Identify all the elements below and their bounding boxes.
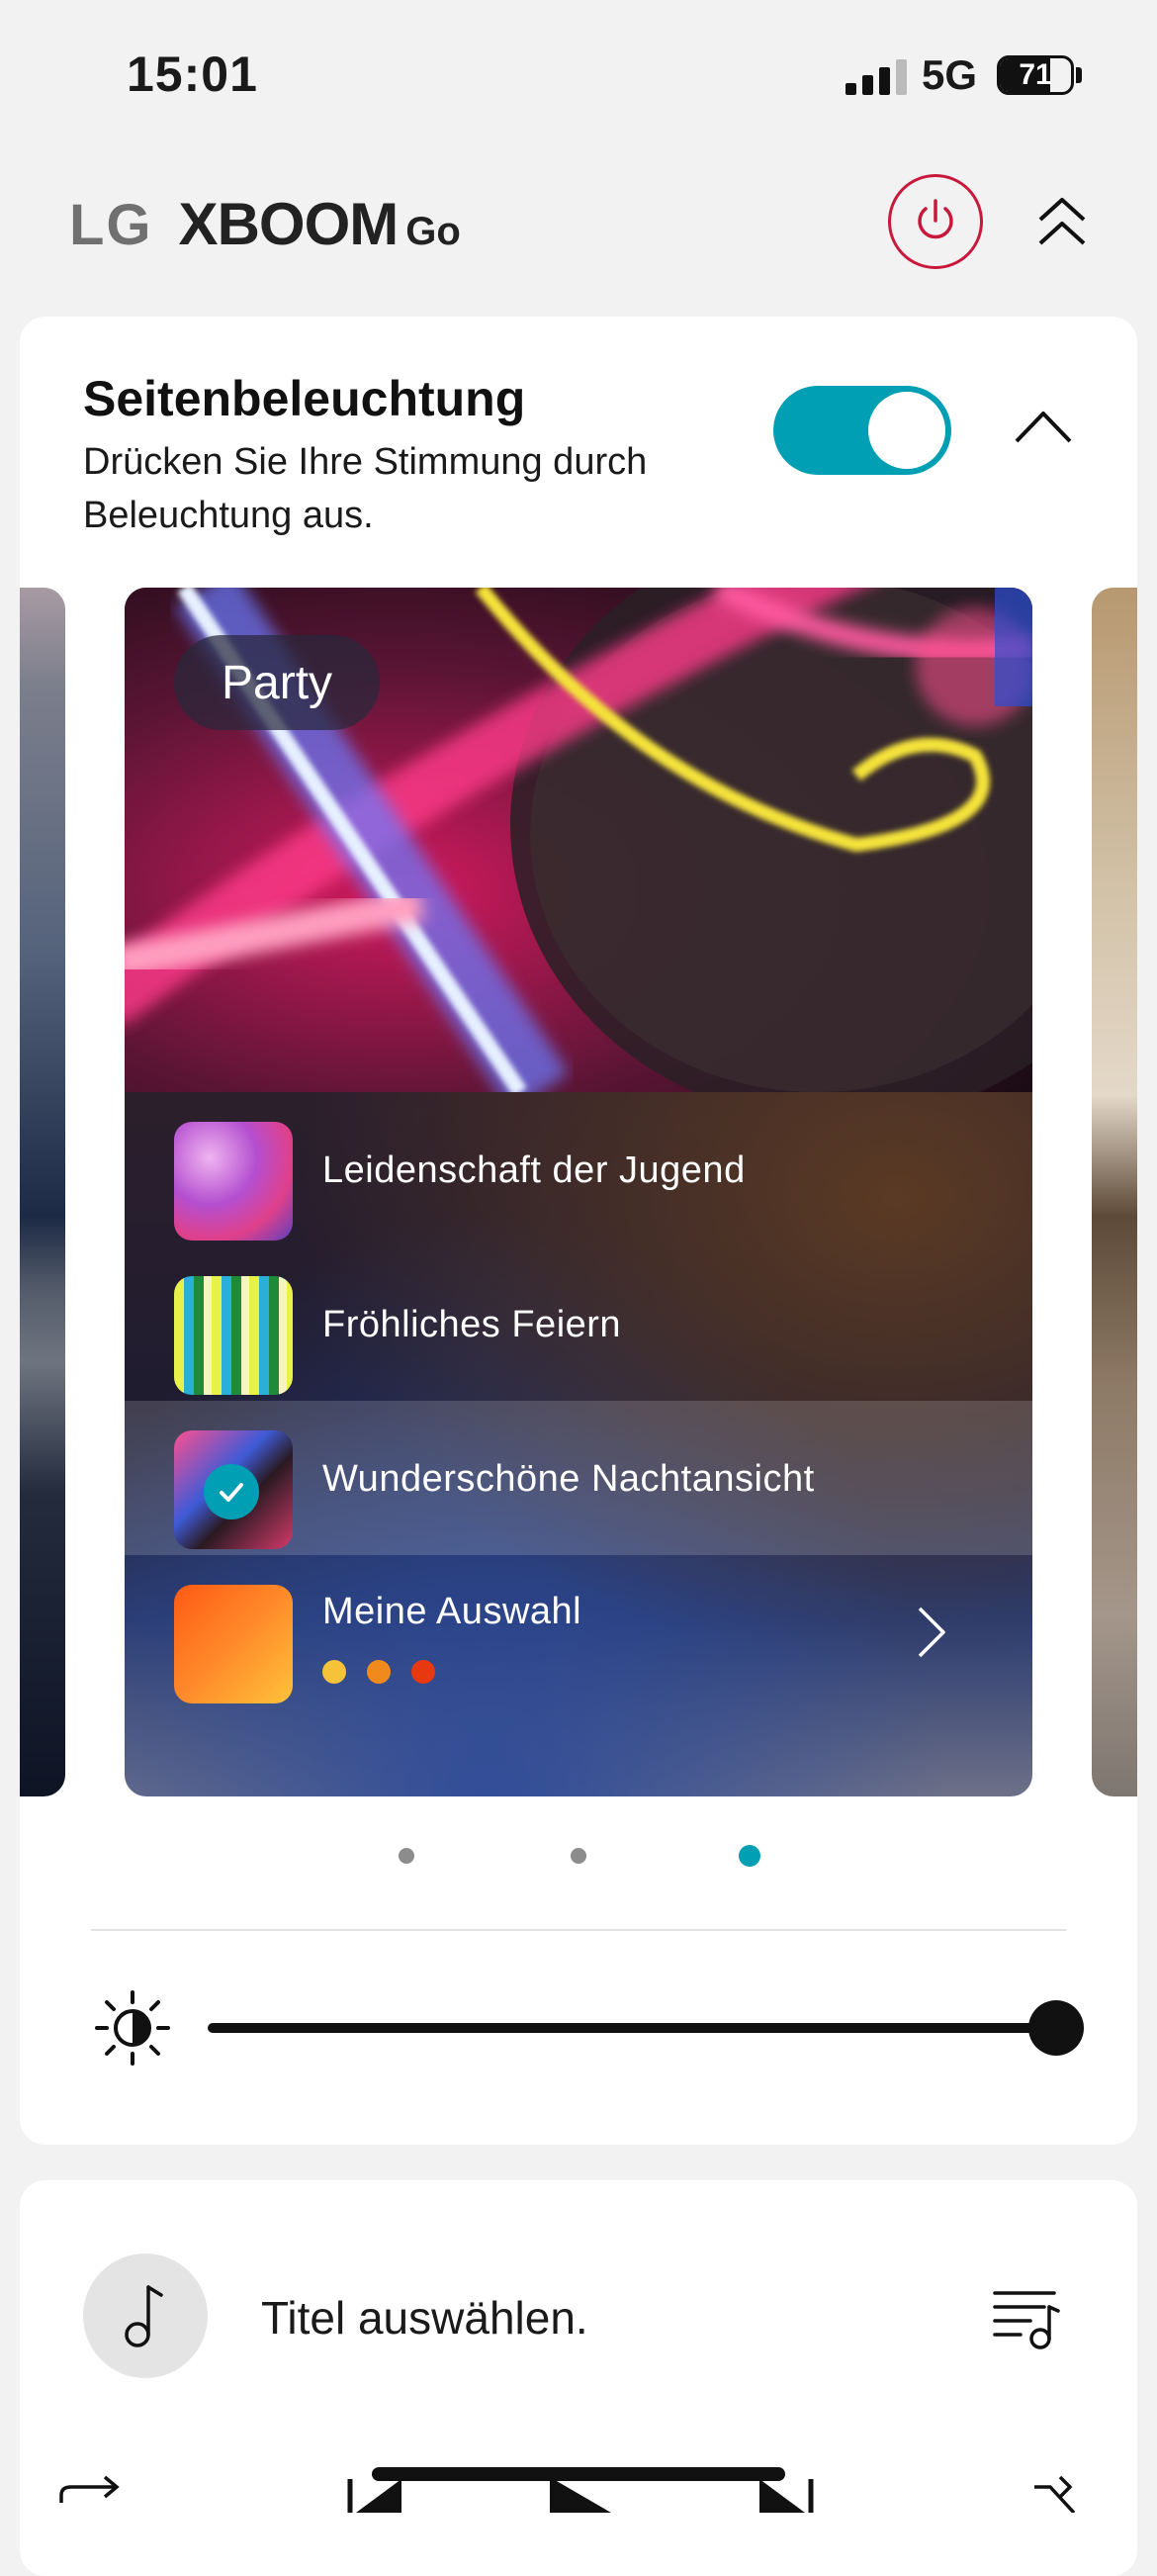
mood-item-nachtansicht[interactable]: Wunderschöne Nachtansicht bbox=[125, 1401, 1032, 1555]
mood-thumbnail bbox=[174, 1276, 293, 1395]
next-mood-card[interactable] bbox=[1092, 588, 1137, 1796]
chevron-right-icon bbox=[918, 1607, 945, 1658]
mood-thumbnail bbox=[174, 1122, 293, 1241]
battery-icon: 71 bbox=[997, 55, 1074, 95]
page-dot[interactable] bbox=[571, 1848, 586, 1864]
brightness-icon bbox=[95, 1990, 170, 2066]
cellular-signal-icon bbox=[846, 59, 907, 95]
player-card bbox=[20, 2180, 1137, 2576]
selected-check-icon bbox=[204, 1464, 259, 1519]
home-indicator[interactable] bbox=[372, 2467, 785, 2481]
previous-mood-card[interactable] bbox=[20, 588, 65, 1796]
track-artwork[interactable] bbox=[83, 2254, 208, 2378]
playlist-icon[interactable] bbox=[991, 2285, 1062, 2350]
status-time: 15:01 bbox=[127, 46, 258, 102]
side-lighting-title: Seitenbeleuchtung bbox=[83, 371, 526, 426]
mood-item-leidenschaft[interactable]: Leidenschaft der Jugend bbox=[125, 1092, 1032, 1246]
mood-item-label: Wunderschöne Nachtansicht bbox=[322, 1458, 815, 1500]
mood-category-badge: Party bbox=[174, 635, 381, 730]
mood-category-label: Party bbox=[222, 656, 333, 709]
music-note-icon bbox=[125, 2285, 163, 2347]
mood-item-feiern[interactable]: Fröhliches Feiern bbox=[125, 1246, 1032, 1401]
logo-product: XBOOM bbox=[178, 191, 400, 257]
mood-card-party: Party Leidenschaft der Jugend Fröhliches… bbox=[125, 588, 1032, 1796]
shuffle-icon[interactable] bbox=[1030, 2473, 1100, 2513]
mood-item-label: Fröhliches Feiern bbox=[322, 1304, 622, 1345]
power-button[interactable] bbox=[888, 174, 983, 269]
custom-color-dot bbox=[367, 1660, 391, 1684]
side-lighting-toggle[interactable] bbox=[773, 386, 951, 475]
custom-color-dot bbox=[411, 1660, 435, 1684]
side-lighting-subtitle: Drücken Sie Ihre Stimmung durch Beleucht… bbox=[83, 441, 648, 536]
logo-brand: LG bbox=[69, 193, 153, 257]
page-dot-active[interactable] bbox=[739, 1845, 760, 1867]
power-icon bbox=[918, 199, 953, 239]
chevron-up-icon[interactable] bbox=[1013, 402, 1074, 451]
mood-item-label: Leidenschaft der Jugend bbox=[322, 1150, 746, 1191]
divider bbox=[91, 1929, 1066, 1931]
repeat-icon[interactable] bbox=[55, 2473, 125, 2513]
mood-thumbnail bbox=[174, 1585, 293, 1703]
double-chevron-up-icon[interactable] bbox=[1034, 194, 1090, 249]
battery-level: 71 bbox=[1019, 58, 1052, 91]
mood-list: Leidenschaft der Jugend Fröhliches Feier… bbox=[125, 1092, 1032, 1796]
mood-item-label: Meine Auswahl bbox=[322, 1591, 582, 1632]
mood-card-image: Party bbox=[125, 588, 1032, 1092]
mood-item-meine-auswahl[interactable]: Meine Auswahl bbox=[125, 1555, 1032, 1709]
network-type: 5G bbox=[922, 51, 978, 98]
app-logo: LG XBOOM Go bbox=[69, 190, 461, 258]
track-title[interactable]: Titel auswählen. bbox=[261, 2291, 588, 2345]
page-dot[interactable] bbox=[399, 1848, 414, 1864]
brightness-slider-track[interactable] bbox=[208, 2023, 1056, 2033]
brightness-slider-thumb[interactable] bbox=[1028, 2000, 1084, 2056]
custom-color-dot bbox=[322, 1660, 346, 1684]
battery-tip bbox=[1076, 67, 1082, 83]
logo-suffix: Go bbox=[405, 210, 461, 253]
toggle-knob bbox=[868, 392, 945, 469]
